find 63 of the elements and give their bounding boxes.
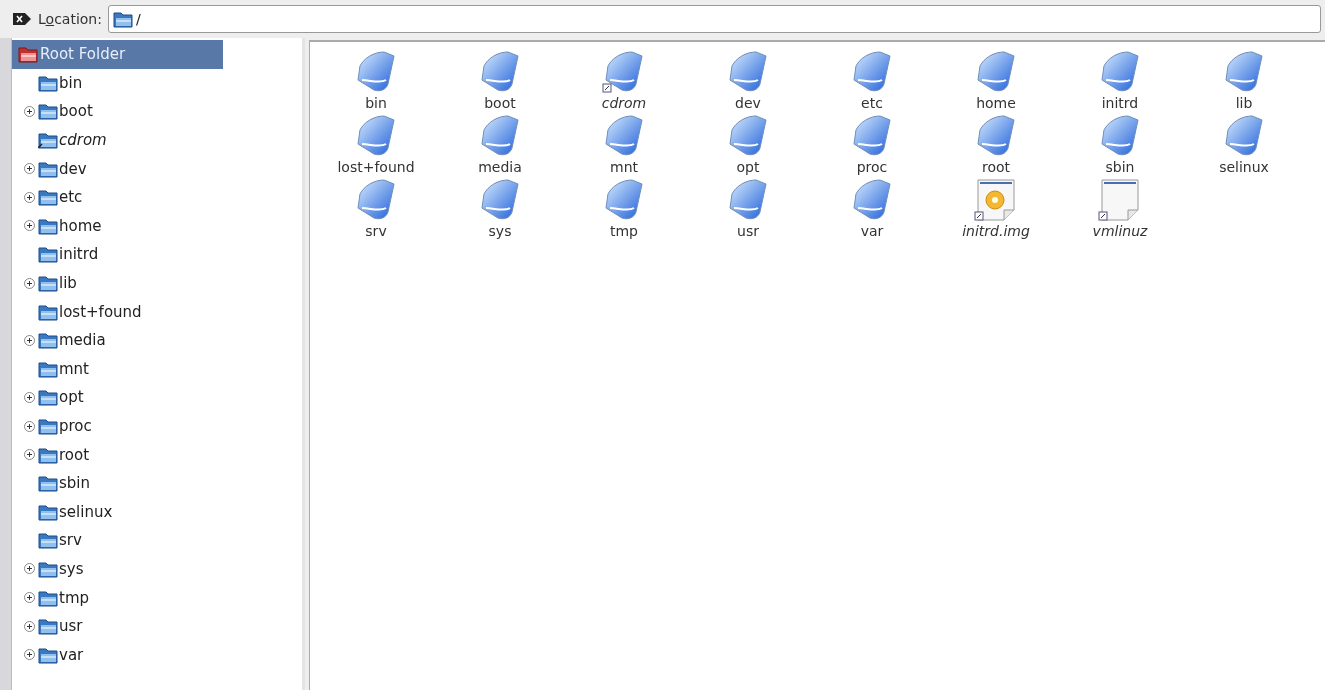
tree-item[interactable]: cdrom: [38, 131, 107, 150]
file-item[interactable]: dev: [686, 50, 810, 114]
expand-icon[interactable]: [24, 277, 35, 289]
tree-item[interactable]: tmp: [38, 588, 89, 607]
expand-icon[interactable]: [24, 191, 35, 203]
file-item[interactable]: boot: [438, 50, 562, 114]
clear-location-icon[interactable]: [12, 12, 32, 26]
expand-icon[interactable]: [24, 163, 35, 175]
expand-icon[interactable]: [24, 620, 35, 632]
expand-icon[interactable]: [24, 391, 35, 403]
expand-icon[interactable]: [24, 563, 35, 575]
file-item[interactable]: sbin: [1058, 114, 1182, 178]
tree-item[interactable]: usr: [38, 617, 83, 636]
file-item[interactable]: home: [934, 50, 1058, 114]
expand-icon[interactable]: [24, 106, 35, 117]
expand-icon[interactable]: [24, 420, 35, 432]
tree-item[interactable]: selinux: [38, 502, 113, 521]
file-item[interactable]: lost+found: [314, 114, 438, 178]
file-item[interactable]: cdrom: [562, 50, 686, 114]
file-item[interactable]: var: [810, 178, 934, 242]
location-label: Location:: [38, 11, 102, 27]
file-item[interactable]: lib: [1182, 50, 1306, 114]
file-item[interactable]: initrd.img: [934, 178, 1058, 242]
file-item[interactable]: tmp: [562, 178, 686, 242]
file-item[interactable]: initrd: [1058, 50, 1182, 114]
expand-icon[interactable]: [24, 449, 35, 461]
expand-icon[interactable]: [24, 220, 35, 232]
tree-item[interactable]: proc: [38, 417, 92, 435]
expand-icon[interactable]: [24, 592, 35, 604]
tree-item[interactable]: Root Folder: [12, 40, 223, 69]
file-item[interactable]: media: [438, 114, 562, 178]
file-item[interactable]: sys: [438, 178, 562, 242]
expand-icon[interactable]: [24, 334, 35, 346]
file-item[interactable]: srv: [314, 178, 438, 242]
folder-icon: [112, 10, 133, 28]
file-item[interactable]: root: [934, 114, 1058, 178]
location-field[interactable]: /: [107, 5, 1321, 33]
tree-item[interactable]: opt: [38, 388, 84, 407]
file-item[interactable]: proc: [810, 114, 934, 178]
tree-item[interactable]: etc: [38, 188, 83, 207]
tree-item[interactable]: media: [38, 331, 106, 350]
file-item[interactable]: mnt: [562, 114, 686, 178]
tree-item[interactable]: boot: [38, 102, 93, 121]
folder-icon: [18, 45, 38, 64]
tree-item[interactable]: sbin: [38, 474, 90, 493]
tree-item[interactable]: dev: [38, 159, 87, 178]
tree-item[interactable]: var: [38, 645, 84, 664]
file-item[interactable]: bin: [314, 50, 438, 114]
tree-item[interactable]: mnt: [38, 359, 89, 378]
file-item[interactable]: opt: [686, 114, 810, 178]
file-item[interactable]: selinux: [1182, 114, 1306, 178]
tree-item[interactable]: initrd: [38, 245, 99, 264]
tree-item[interactable]: lost+found: [38, 302, 142, 321]
tree-item[interactable]: lib: [38, 274, 77, 293]
file-item[interactable]: usr: [686, 178, 810, 242]
file-item[interactable]: etc: [810, 50, 934, 114]
tree-item[interactable]: srv: [38, 531, 82, 550]
tree-item[interactable]: home: [38, 216, 102, 235]
file-item[interactable]: vmlinuz: [1058, 178, 1182, 242]
expand-icon[interactable]: [24, 649, 35, 661]
tree-item[interactable]: bin: [38, 73, 83, 92]
tree-item[interactable]: root: [38, 445, 90, 464]
tree-item[interactable]: sys: [38, 560, 84, 578]
